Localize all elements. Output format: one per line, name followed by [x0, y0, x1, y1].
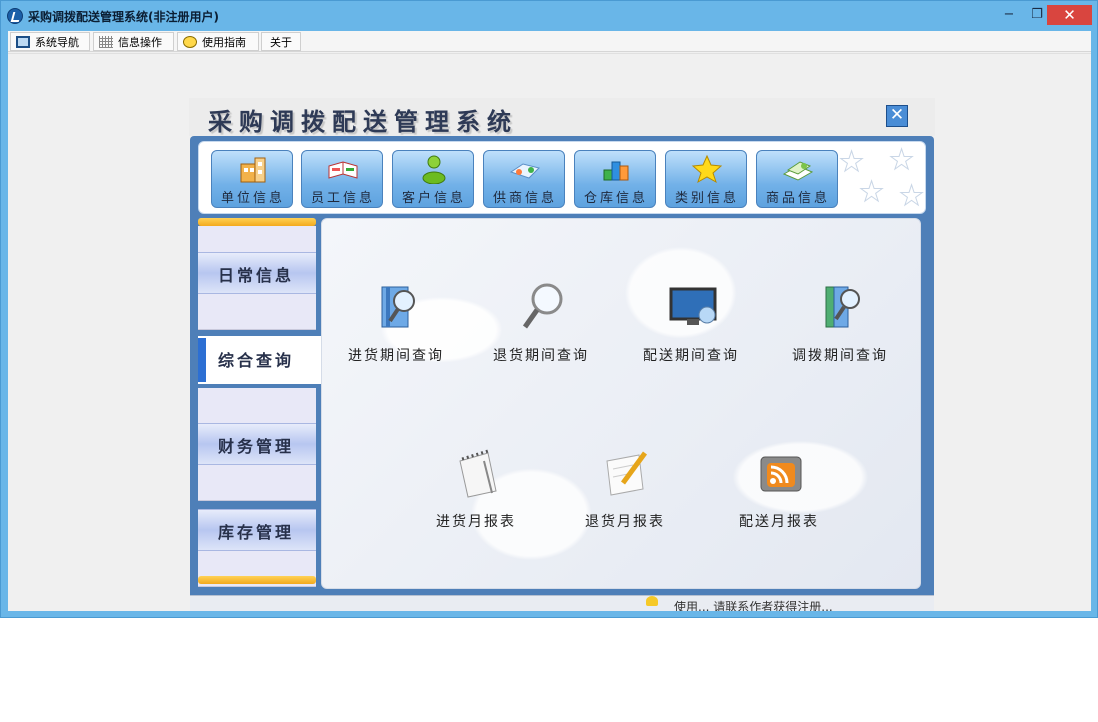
panel-header: 采购调拨配送管理系统 ✕	[189, 98, 935, 136]
sidebar-strip	[198, 576, 316, 584]
toolbar: ★ ★ ★ ★ 单位信息 员工信息 客户信息 供商信息 仓库信息 类别信息 商品…	[198, 141, 926, 214]
toolbar-label: 员工信息	[310, 191, 375, 206]
menu-label: 关于	[270, 36, 292, 49]
goods-icon	[782, 161, 814, 181]
content-label: 配送月报表	[739, 514, 819, 530]
toolbar-warehouse-info[interactable]: 仓库信息	[574, 150, 656, 208]
panel-frame: ★ ★ ★ ★ 单位信息 员工信息 客户信息 供商信息 仓库信息 类别信息 商品…	[190, 136, 934, 611]
purchase-period-query[interactable]: 进货期间查询	[326, 281, 466, 371]
status-text: 使用... 请联系作者获得注册...	[674, 600, 833, 611]
return-period-query[interactable]: 退货期间查询	[471, 281, 611, 371]
menu-label: 使用指南	[202, 36, 246, 49]
toolbar-supplier-info[interactable]: 供商信息	[483, 150, 565, 208]
title-bar: 采购调拨配送管理系统(非注册用户) − ❐ ✕	[1, 1, 1097, 31]
toolbar-goods-info[interactable]: 商品信息	[756, 150, 838, 208]
sidebar-daily-info[interactable]: 日常信息	[198, 252, 316, 294]
sidebar-label: 综合查询	[218, 351, 295, 370]
status-icon	[646, 596, 658, 606]
menu-about[interactable]: 关于	[261, 32, 301, 51]
menu-label: 信息操作	[118, 36, 162, 49]
panel-close-button[interactable]: ✕	[886, 105, 908, 127]
content-label: 进货期间查询	[348, 348, 444, 364]
smiley-icon	[183, 36, 197, 48]
handshake-icon	[509, 163, 540, 179]
return-monthly-report[interactable]: 退货月报表	[555, 447, 695, 537]
content-label: 调拨期间查询	[792, 348, 888, 364]
menu-system-nav[interactable]: 系统导航	[10, 32, 90, 51]
toolbar-label: 商品信息	[765, 191, 830, 206]
toolbar-label: 仓库信息	[583, 191, 648, 206]
decor-star-icon: ★	[858, 175, 885, 208]
building-icon	[240, 157, 266, 183]
toolbar-label: 类别信息	[674, 191, 739, 206]
decor-star-icon: ★	[888, 143, 915, 176]
sidebar: 日常信息 综合查询 财务管理 库存管理	[198, 218, 328, 590]
app-window: 采购调拨配送管理系统(非注册用户) − ❐ ✕ 系统导航 信息操作 使用指南 关…	[0, 0, 1098, 618]
app-logo-icon	[7, 8, 23, 24]
sidebar-finance[interactable]: 财务管理	[198, 423, 316, 465]
toolbar-label: 客户信息	[401, 191, 466, 206]
window-title: 采购调拨配送管理系统(非注册用户)	[28, 10, 219, 24]
delivery-period-query[interactable]: 配送期间查询	[621, 281, 761, 371]
purchase-monthly-report[interactable]: 进货月报表	[406, 447, 546, 537]
toolbar-customer-info[interactable]: 客户信息	[392, 150, 474, 208]
separator	[8, 53, 1091, 54]
menu-info-ops[interactable]: 信息操作	[93, 32, 174, 51]
sidebar-slot	[198, 465, 316, 501]
magnifier-icon	[522, 283, 563, 329]
person-icon	[422, 155, 446, 184]
content-label: 进货月报表	[436, 514, 516, 530]
decor-star-icon: ★	[838, 145, 865, 178]
pencil-paper-icon	[606, 451, 648, 496]
warehouse-icon	[603, 161, 629, 181]
content-label: 退货月报表	[585, 514, 665, 530]
toolbar-label: 供商信息	[492, 191, 557, 206]
toolbar-category-info[interactable]: 类别信息	[665, 150, 747, 208]
sidebar-slot	[198, 388, 316, 424]
delivery-monthly-report[interactable]: 配送月报表	[709, 447, 849, 537]
sidebar-label: 日常信息	[218, 266, 295, 285]
menu-label: 系统导航	[35, 36, 79, 49]
star-icon	[691, 154, 723, 184]
book-icon	[328, 161, 358, 179]
toolbar-unit-info[interactable]: 单位信息	[211, 150, 293, 208]
toolbar-label: 单位信息	[220, 191, 285, 206]
main-panel: 采购调拨配送管理系统 ✕ ★ ★ ★ ★ 单位信息 员工信息 客户信息 供商信息…	[189, 98, 935, 611]
content-label: 退货期间查询	[493, 348, 589, 364]
panel-title: 采购调拨配送管理系统	[208, 108, 518, 136]
client-area: 系统导航 信息操作 使用指南 关于 采购调拨配送管理系统 ✕ ★ ★ ★ ★ 单…	[8, 31, 1091, 611]
book-search-icon	[381, 286, 415, 328]
sidebar-label: 财务管理	[218, 437, 295, 456]
menu-user-guide[interactable]: 使用指南	[177, 32, 259, 51]
content-label: 配送期间查询	[643, 348, 739, 364]
sidebar-slot	[198, 294, 316, 330]
rss-folder-icon	[760, 456, 802, 492]
sidebar-inventory[interactable]: 库存管理	[198, 509, 316, 551]
book-search-icon	[825, 286, 860, 328]
status-bar: 使用... 请联系作者获得注册...	[190, 595, 934, 611]
menu-bar: 系统导航 信息操作 使用指南 关于	[8, 31, 1091, 52]
notepad-icon	[459, 449, 497, 498]
content-area: 进货期间查询 退货期间查询 配送期间查询 调拨期间查询 进货月报表 退货月报表 …	[321, 218, 921, 589]
minimize-button[interactable]: −	[995, 5, 1023, 25]
sidebar-strip	[198, 218, 316, 226]
close-button[interactable]: ✕	[1047, 5, 1092, 25]
sidebar-label: 库存管理	[218, 523, 295, 542]
grid-icon	[99, 36, 113, 48]
decor-star-icon: ★	[898, 179, 925, 212]
sidebar-general-query[interactable]: 综合查询	[198, 336, 328, 384]
monitor-search-icon	[669, 287, 717, 325]
monitor-icon	[16, 36, 30, 48]
transfer-period-query[interactable]: 调拨期间查询	[770, 281, 910, 371]
toolbar-staff-info[interactable]: 员工信息	[301, 150, 383, 208]
